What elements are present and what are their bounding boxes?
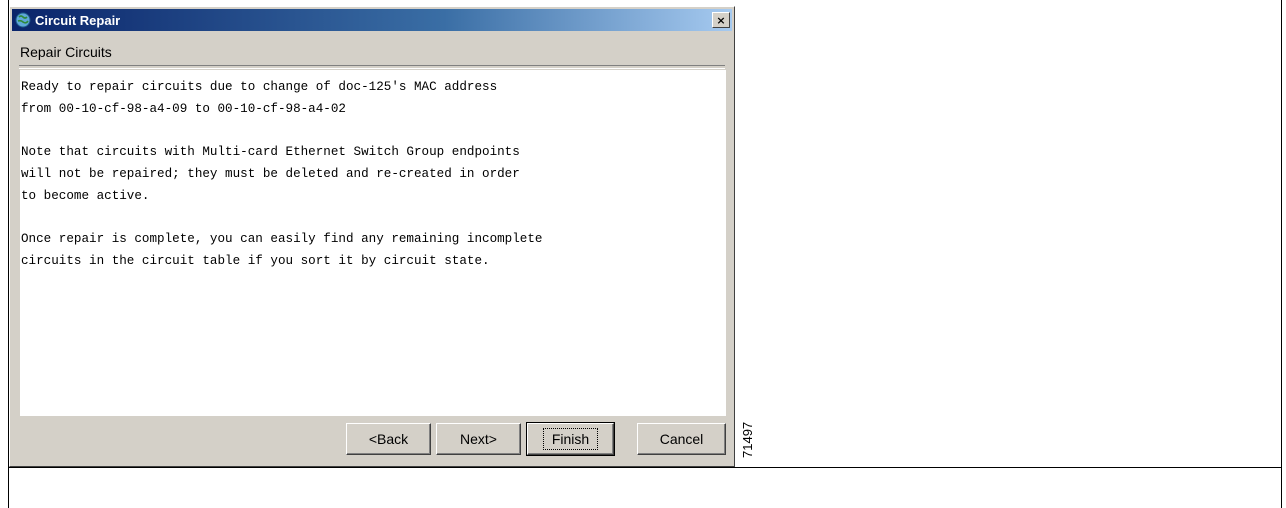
- back-button[interactable]: <Back: [346, 423, 431, 455]
- finish-button[interactable]: Finish: [526, 422, 615, 456]
- wizard-button-row: <Back Next> Finish Cancel: [10, 421, 734, 457]
- circuit-repair-dialog: Circuit Repair × Repair Circuits Ready t…: [9, 6, 735, 467]
- message-line: Once repair is complete, you can easily …: [21, 231, 543, 246]
- page-heading: Repair Circuits: [20, 44, 112, 60]
- window-title: Circuit Repair: [35, 12, 121, 28]
- message-line: Note that circuits with Multi-card Ether…: [21, 145, 520, 160]
- close-button[interactable]: ×: [712, 12, 730, 28]
- cancel-button[interactable]: Cancel: [637, 423, 726, 455]
- heading-divider: [19, 65, 725, 69]
- figure-frame-divider: [8, 467, 1282, 468]
- message-line: from 00-10-cf-98-a4-09 to 00-10-cf-98-a4…: [21, 101, 346, 116]
- message-line: will not be repaired; they must be delet…: [21, 166, 520, 181]
- message-line: to become active.: [21, 188, 150, 203]
- message-text-area[interactable]: Ready to repair circuits due to change o…: [20, 70, 726, 416]
- finish-button-label: Finish: [542, 428, 599, 450]
- title-bar[interactable]: Circuit Repair ×: [12, 9, 732, 31]
- next-button[interactable]: Next>: [436, 423, 521, 455]
- message-line: Ready to repair circuits due to change o…: [21, 80, 498, 94]
- globe-icon: [15, 12, 31, 28]
- close-icon: ×: [716, 13, 726, 27]
- message-line: circuits in the circuit table if you sor…: [21, 253, 490, 268]
- figure-number: 71497: [740, 421, 755, 458]
